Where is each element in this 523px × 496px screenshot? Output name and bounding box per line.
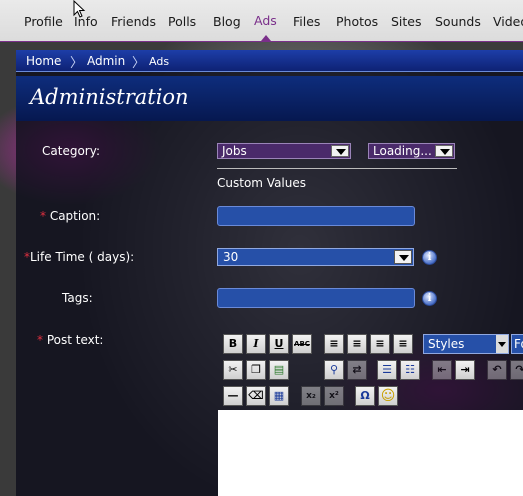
align-right-icon[interactable]: ≡ (370, 334, 390, 354)
category-label: Category: (42, 144, 100, 158)
numbered-list-icon[interactable]: ☷ (400, 360, 420, 380)
cut-icon[interactable]: ✂ (223, 360, 243, 380)
caption-label-text: Caption: (49, 209, 101, 223)
horizontal-rule-icon[interactable]: — (223, 386, 243, 406)
table-icon[interactable]: ▦ (269, 386, 289, 406)
chevron-down-icon[interactable] (496, 335, 508, 353)
nav-tab-blog[interactable]: Blog (213, 14, 241, 29)
subcategory-select-value: Loading... (373, 144, 432, 158)
lifetime-select[interactable]: 30 (217, 248, 414, 266)
bold-icon[interactable]: B (223, 334, 243, 354)
posttext-label-text: Post text: (46, 333, 104, 347)
category-select-value: Jobs (222, 144, 247, 158)
info-icon[interactable]: i (422, 291, 437, 306)
underline-icon[interactable]: U (269, 334, 289, 354)
mouse-cursor-icon (73, 0, 86, 18)
breadcrumb-admin[interactable]: Admin (87, 54, 125, 68)
align-justify-icon[interactable]: ≡ (393, 334, 413, 354)
nav-tab-profile[interactable]: Profile (24, 14, 63, 29)
nav-tab-polls[interactable]: Polls (168, 14, 196, 29)
paste-icon[interactable]: ▤ (269, 360, 289, 380)
strikethrough-icon[interactable]: ABC (292, 334, 312, 354)
align-left-icon[interactable]: ≡ (324, 334, 344, 354)
nav-tab-sounds[interactable]: Sounds (435, 14, 481, 29)
nav-tab-video[interactable]: Video (493, 14, 523, 29)
styles-select[interactable]: Styles (423, 334, 509, 354)
lifetime-select-value: 30 (223, 250, 239, 264)
custom-values-label: Custom Values (217, 176, 306, 190)
breadcrumb-separator: 〉 (132, 56, 146, 71)
chevron-down-icon[interactable] (394, 250, 412, 264)
chevron-down-icon[interactable] (435, 145, 453, 157)
breadcrumb-home[interactable]: Home (26, 54, 61, 68)
tags-input[interactable] (217, 288, 415, 308)
caption-label: * Caption: (40, 209, 100, 223)
tags-label: Tags: (62, 291, 93, 305)
subscript-icon[interactable]: x₂ (301, 386, 321, 406)
active-tab-indicator (261, 35, 271, 41)
nav-tab-ads[interactable]: Ads (254, 13, 277, 28)
nav-tab-sites[interactable]: Sites (391, 14, 422, 29)
subcategory-select[interactable]: Loading... (368, 143, 455, 159)
breadcrumb-separator: 〉 (70, 56, 84, 71)
nav-tab-files[interactable]: Files (293, 14, 320, 29)
redo-icon[interactable]: ↷ (510, 360, 523, 380)
eraser-icon[interactable]: ⌫ (246, 386, 266, 406)
replace-icon[interactable]: ⇄ (347, 360, 367, 380)
align-center-icon[interactable]: ≡ (347, 334, 367, 354)
bullet-list-icon[interactable]: ☰ (377, 360, 397, 380)
lifetime-label: *Life Time ( days): (24, 250, 134, 264)
char-map-icon[interactable]: Ω (355, 386, 375, 406)
copy-icon[interactable]: ❐ (246, 360, 266, 380)
category-select[interactable]: Jobs (217, 143, 351, 159)
page-header: Administration (16, 76, 523, 121)
posttext-label: * Post text: (37, 333, 103, 347)
outdent-icon[interactable]: ⇤ (432, 360, 452, 380)
breadcrumb-ads: Ads (149, 55, 170, 68)
italic-icon[interactable]: I (246, 334, 266, 354)
breadcrumb: Home 〉 Admin 〉 Ads (16, 50, 523, 72)
divider (217, 168, 457, 169)
info-icon[interactable]: i (422, 250, 437, 265)
indent-icon[interactable]: ⇥ (455, 360, 475, 380)
nav-tab-friends[interactable]: Friends (111, 14, 156, 29)
post-text-editor[interactable] (218, 410, 523, 496)
page-title: Administration (30, 85, 189, 109)
emoticon-icon[interactable]: ☺ (378, 386, 398, 406)
required-marker: * (40, 209, 46, 223)
undo-icon[interactable]: ↶ (487, 360, 507, 380)
caption-input[interactable] (217, 206, 415, 226)
lifetime-label-text: Life Time ( days): (30, 250, 135, 264)
font-select[interactable]: Fo (511, 334, 523, 354)
styles-select-value: Styles (428, 337, 465, 351)
required-marker: * (37, 333, 43, 347)
superscript-icon[interactable]: x² (324, 386, 344, 406)
chevron-down-icon[interactable] (331, 145, 349, 157)
font-select-value: Fo (514, 337, 523, 351)
find-icon[interactable]: ⚲ (324, 360, 344, 380)
nav-tab-photos[interactable]: Photos (336, 14, 378, 29)
